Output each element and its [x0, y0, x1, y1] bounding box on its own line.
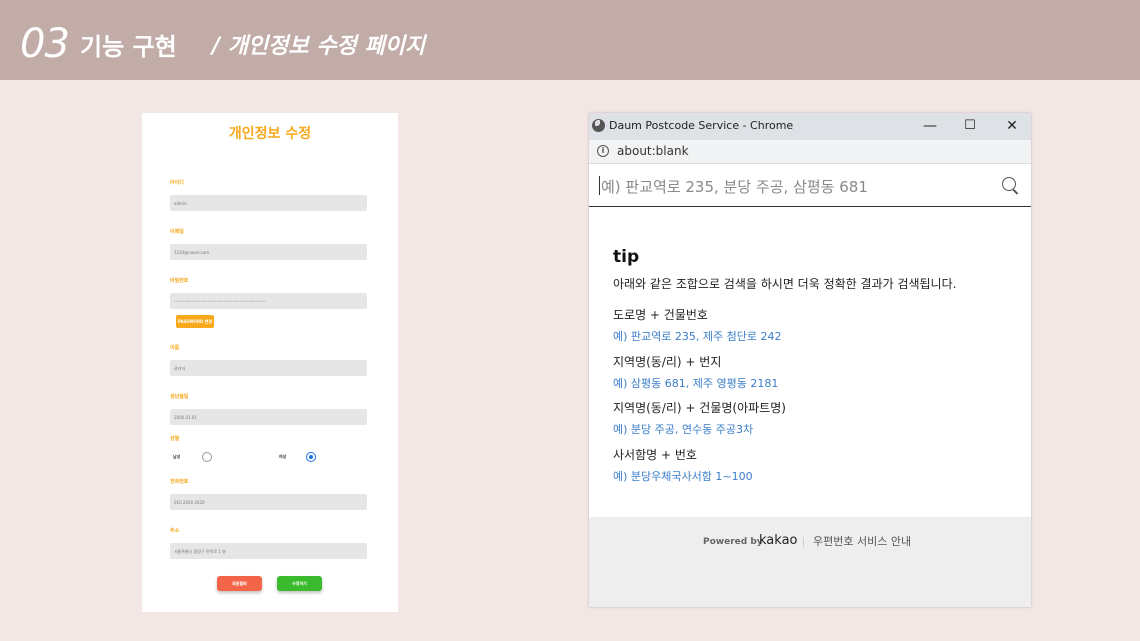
birthdate-field[interactable]: 2000.01.01	[170, 409, 367, 425]
name-label: 이름	[170, 345, 180, 351]
close-icon[interactable]: ✕	[997, 115, 1027, 137]
gender-label: 성별	[170, 436, 180, 442]
form-title: 개인정보 수정	[228, 126, 312, 142]
profile-edit-form: 개인정보 수정 아이디 admin 이메일 1234@naver.com 비밀번…	[142, 113, 398, 612]
example-heading: 사서함명 + 번호	[613, 448, 697, 462]
slide-header: 03 기능 구현 / 개인정보 수정 페이지	[0, 0, 1140, 80]
password-field[interactable]: ••••••••••••••••••••••••••••••••••••••••…	[170, 293, 367, 309]
gender-male-label: 남성	[173, 454, 181, 459]
example-value: 예) 삼평동 681, 제주 영평동 2181	[613, 377, 779, 390]
name-field[interactable]: 관리자	[170, 360, 367, 376]
section-number: 03	[20, 21, 70, 67]
birthdate-label: 생년월일	[170, 394, 189, 400]
gender-female-label: 여성	[279, 454, 287, 459]
postcode-window: Daum Postcode Service - Chrome — ☐ ✕ i a…	[589, 113, 1031, 607]
address-field[interactable]: 서울특별시 중랑구 면목로 1 층	[170, 543, 367, 559]
info-icon[interactable]: i	[597, 145, 609, 157]
gender-male-radio[interactable]	[202, 452, 212, 462]
email-label: 이메일	[170, 229, 184, 235]
phone-label: 전화번호	[170, 479, 189, 485]
change-password-button[interactable]: PASSWORD 변경	[176, 315, 214, 328]
globe-icon	[592, 119, 605, 132]
powered-by-text: Powered by	[703, 537, 763, 547]
password-label: 비밀번호	[170, 278, 189, 284]
email-field[interactable]: 1234@naver.com	[170, 244, 367, 260]
withdraw-button[interactable]: 회원탈퇴	[217, 576, 262, 591]
service-guide-link[interactable]: 우편번호 서비스 안내	[813, 533, 911, 549]
tip-description: 아래와 같은 조합으로 검색을 하시면 더욱 정확한 결과가 검색됩니다.	[613, 277, 957, 291]
phone-field[interactable]: 010 2020 2020	[170, 494, 367, 510]
submit-button[interactable]: 수정하기	[277, 576, 322, 591]
example-value: 예) 판교역로 235, 제주 첨단로 242	[613, 330, 782, 343]
example-heading: 도로명 + 건물번호	[613, 308, 708, 322]
window-titlebar[interactable]: Daum Postcode Service - Chrome — ☐ ✕	[589, 113, 1031, 140]
search-icon[interactable]	[1002, 177, 1016, 191]
id-field[interactable]: admin	[170, 195, 367, 211]
address-bar[interactable]: i about:blank	[589, 140, 1031, 164]
example-heading: 지역명(동/리) + 건물명(아파트명)	[613, 401, 786, 415]
section-title: 기능 구현	[80, 33, 177, 61]
minimize-icon[interactable]: —	[915, 115, 945, 137]
maximize-icon[interactable]: ☐	[955, 115, 985, 137]
example-heading: 지역명(동/리) + 번지	[613, 355, 722, 369]
kakao-logo[interactable]: kakao	[759, 533, 798, 548]
search-input[interactable]: 예) 판교역로 235, 분당 주공, 삼평동 681	[601, 176, 868, 197]
example-value: 예) 분당 주공, 연수동 주공3차	[613, 423, 754, 436]
section-subtitle: / 개인정보 수정 페이지	[212, 34, 426, 59]
footer-divider	[803, 537, 804, 547]
window-title: Daum Postcode Service - Chrome	[609, 119, 794, 132]
url-text: about:blank	[617, 144, 689, 158]
address-label: 주소	[170, 528, 180, 534]
search-box[interactable]: 예) 판교역로 235, 분당 주공, 삼평동 681	[589, 165, 1031, 207]
tip-title: tip	[613, 247, 640, 267]
text-cursor	[599, 176, 600, 195]
window-footer: Powered by kakao 우편번호 서비스 안내	[589, 517, 1031, 607]
example-value: 예) 분당우체국사서함 1~100	[613, 470, 753, 483]
gender-female-radio[interactable]	[306, 452, 316, 462]
id-label: 아이디	[170, 180, 184, 186]
